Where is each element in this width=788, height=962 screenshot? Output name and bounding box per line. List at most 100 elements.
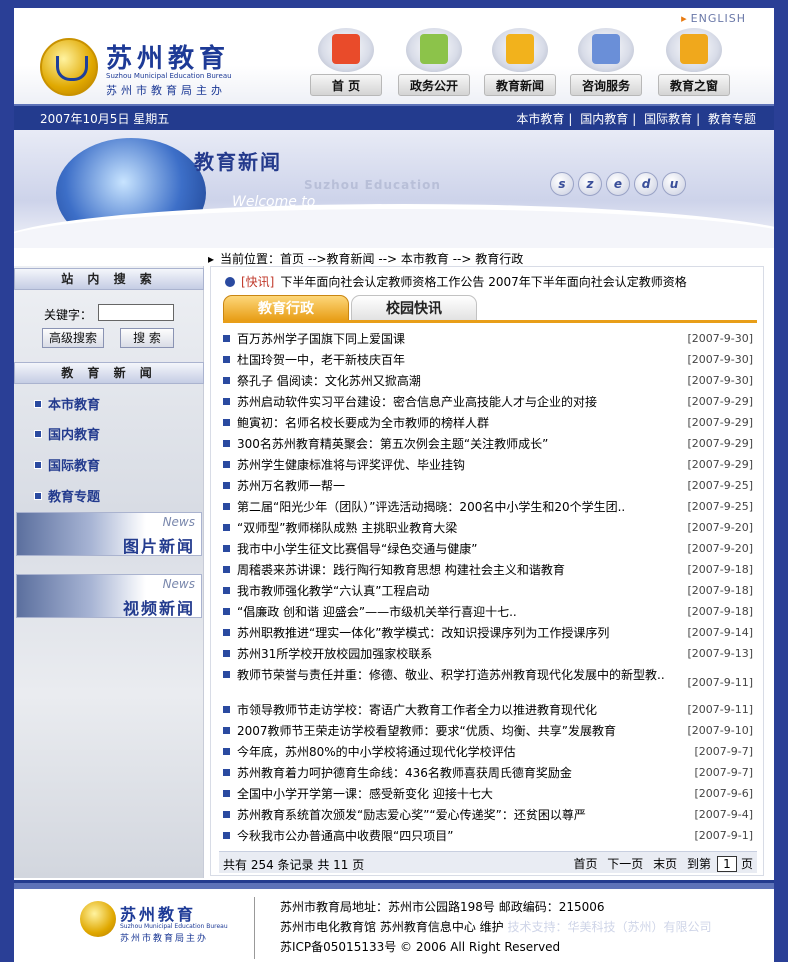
nav-button[interactable]: 教育之窗 <box>658 28 730 96</box>
link-domestic-education[interactable]: 国内教育 <box>580 112 628 126</box>
list-item[interactable]: 我市中小学生征文比赛倡导“绿色交通与健康” [2007-9-20] <box>219 539 757 560</box>
news-date: [2007-9-30] <box>687 374 753 387</box>
list-item[interactable]: 我市教师强化教学“六认真”工程启动 [2007-9-18] <box>219 581 757 602</box>
keyword-input[interactable] <box>98 304 174 321</box>
list-item[interactable]: 百万苏州学子国旗下同上爱国课 [2007-9-30] <box>219 329 757 350</box>
speaker-icon <box>225 277 235 287</box>
news-title-link[interactable]: 我市教师强化教学“六认真”工程启动 <box>237 584 665 599</box>
sidebar-item-local-education[interactable]: 本市教育 <box>34 394 194 414</box>
news-title-link[interactable]: 市领导教师节走访学校：寄语广大教育工作者全力以推进教育现代化 <box>237 703 665 718</box>
list-item[interactable]: 杜国玲贺一中，老干新枝庆百年 [2007-9-30] <box>219 350 757 371</box>
news-title-link[interactable]: 我市中小学生征文比赛倡导“绿色交通与健康” <box>237 542 665 557</box>
list-item[interactable]: 苏州教育着力呵护德育生命线：436名教师喜获周氏德育奖励金 [2007-9-7] <box>219 763 757 784</box>
news-title-link[interactable]: 第二届“阳光少年（团队）”评选活动揭晓：200名中小学生和20个学生团.. <box>237 500 665 515</box>
list-item[interactable]: 300名苏州教育精英聚会：第五次例会主题“关注教师成长” [2007-9-29] <box>219 434 757 455</box>
nav-button[interactable]: 教育新闻 <box>484 28 556 96</box>
list-item[interactable]: 鲍寅初：名师名校长要成为全市教师的榜样人群 [2007-9-29] <box>219 413 757 434</box>
link-education-topics[interactable]: 教育专题 <box>708 112 756 126</box>
news-title-link[interactable]: 苏州教育着力呵护德育生命线：436名教师喜获周氏德育奖励金 <box>237 766 665 781</box>
news-title-link[interactable]: 祭孔子 倡阅读：文化苏州又掀高潮 <box>237 374 665 389</box>
list-item[interactable]: 2007教师节王荣走访学校看望教师：要求“优质、均衡、共享”发展教育 [2007-… <box>219 721 757 742</box>
letter-ball: u <box>662 172 686 196</box>
list-item[interactable]: “倡廉政 创和谐 迎盛会”——市级机关举行喜迎十七.. [2007-9-18] <box>219 602 757 623</box>
list-item[interactable]: 市领导教师节走访学校：寄语广大教育工作者全力以推进教育现代化 [2007-9-11… <box>219 700 757 721</box>
news-title-link[interactable]: 苏州31所学校开放校园加强家校联系 <box>237 647 665 662</box>
news-date: [2007-9-10] <box>687 724 753 737</box>
news-date: [2007-9-11] <box>687 703 753 716</box>
video-news-banner[interactable]: News 视频新闻 <box>16 574 202 618</box>
bullet-icon <box>223 769 230 776</box>
advanced-search-button[interactable]: 高级搜索 <box>42 328 104 348</box>
list-item[interactable]: 苏州31所学校开放校园加强家校联系 [2007-9-13] <box>219 644 757 665</box>
list-item[interactable]: 苏州学生健康标准将与评奖评优、毕业挂钩 [2007-9-29] <box>219 455 757 476</box>
list-item[interactable]: 教师节荣誉与责任并重：修德、敬业、积学打造苏州教育现代化发展中的新型教.. [20… <box>219 665 757 700</box>
bullet-icon <box>223 503 230 510</box>
next-page-link[interactable]: 下一页 <box>607 857 643 871</box>
list-item[interactable]: 第二届“阳光少年（团队）”评选活动揭晓：200名中小学生和20个学生团.. [20… <box>219 497 757 518</box>
document-icon <box>420 34 448 64</box>
consult-icon <box>592 34 620 64</box>
sidebar-item-education-topics[interactable]: 教育专题 <box>34 486 194 506</box>
list-item[interactable]: “双师型”教师梯队成熟 主挑职业教育大梁 [2007-9-20] <box>219 518 757 539</box>
news-date: [2007-9-14] <box>687 626 753 639</box>
banner-title: 教育新闻 <box>194 150 282 174</box>
list-item[interactable]: 全国中小学开学第一课：感受新变化 迎接十七大 [2007-9-6] <box>219 784 757 805</box>
news-title-link[interactable]: “双师型”教师梯队成熟 主挑职业教育大梁 <box>237 521 665 536</box>
record-count: 共有 254 条记录 共 11 页 <box>223 858 365 872</box>
site-logo[interactable]: 苏州教育 Suzhou Municipal Education Bureau 苏… <box>40 38 270 100</box>
bullet-icon <box>223 398 230 405</box>
list-item[interactable]: 苏州教育系统首次颁发“励志爱心奖”“爱心传递奖”：还贫困以尊严 [2007-9-4… <box>219 805 757 826</box>
news-title-link[interactable]: 2007教师节王荣走访学校看望教师：要求“优质、均衡、共享”发展教育 <box>237 724 665 739</box>
news-title-link[interactable]: 苏州万名教师一帮一 <box>237 479 665 494</box>
bullet-icon <box>34 461 42 469</box>
news-title-link[interactable]: 杜国玲贺一中，老干新枝庆百年 <box>237 353 665 368</box>
news-title-link[interactable]: 苏州职教推进“理实一体化”教学模式：改知识授课序列为工作授课序列 <box>237 626 665 641</box>
bullet-icon <box>223 419 230 426</box>
list-item[interactable]: 苏州职教推进“理实一体化”教学模式：改知识授课序列为工作授课序列 [2007-9-… <box>219 623 757 644</box>
sidebar-item-domestic-education[interactable]: 国内教育 <box>34 424 194 444</box>
list-item[interactable]: 苏州万名教师一帮一 [2007-9-25] <box>219 476 757 497</box>
news-ticker[interactable]: [快讯] 下半年面向社会认定教师资格工作公告 2007年下半年面向社会认定教师资格 <box>225 273 687 290</box>
link-international-education[interactable]: 国际教育 <box>644 112 692 126</box>
tab-underline <box>223 320 757 323</box>
news-section-title: 教 育 新 闻 <box>14 362 204 384</box>
list-item[interactable]: 今年底，苏州80%的中小学校将通过现代化学校评估 [2007-9-7] <box>219 742 757 763</box>
list-item[interactable]: 今秋我市公办普通高中收费限“四只项目” [2007-9-1] <box>219 826 757 847</box>
english-link[interactable]: ENGLISH <box>681 12 746 25</box>
nav-button[interactable]: 首 页 <box>310 28 382 96</box>
news-title-link[interactable]: 苏州教育系统首次颁发“励志爱心奖”“爱心传递奖”：还贫困以尊严 <box>237 808 665 823</box>
tab-education-admin[interactable]: 教育行政 <box>223 295 349 321</box>
news-date: [2007-9-1] <box>694 829 753 842</box>
search-button[interactable]: 搜 索 <box>120 328 174 348</box>
news-title-link[interactable]: 苏州启动软件实习平台建设：密合信息产业高技能人才与企业的对接 <box>237 395 665 410</box>
page-number-input[interactable]: 1 <box>716 856 737 872</box>
photo-news-banner[interactable]: News 图片新闻 <box>16 512 202 556</box>
news-title-link[interactable]: 今年底，苏州80%的中小学校将通过现代化学校评估 <box>237 745 665 760</box>
tab-campus-news[interactable]: 校园快讯 <box>351 295 477 321</box>
bullet-icon <box>223 356 230 363</box>
news-title-link[interactable]: 百万苏州学子国旗下同上爱国课 <box>237 332 665 347</box>
list-item[interactable]: 苏州启动软件实习平台建设：密合信息产业高技能人才与企业的对接 [2007-9-29… <box>219 392 757 413</box>
news-title-link[interactable]: 周稽裘来苏讲课：践行陶行知教育思想 构建社会主义和谐教育 <box>237 563 665 578</box>
news-title-link[interactable]: 鲍寅初：名师名校长要成为全市教师的榜样人群 <box>237 416 665 431</box>
nav-label: 教育新闻 <box>484 74 556 96</box>
news-title-link[interactable]: 今秋我市公办普通高中收费限“四只项目” <box>237 829 665 844</box>
news-title-link[interactable]: “倡廉政 创和谐 迎盛会”——市级机关举行喜迎十七.. <box>237 605 665 620</box>
last-page-link[interactable]: 末页 <box>653 857 677 871</box>
news-date: [2007-9-29] <box>687 437 753 450</box>
news-title-link[interactable]: 教师节荣誉与责任并重：修德、敬业、积学打造苏州教育现代化发展中的新型教.. <box>237 668 665 683</box>
nav-button[interactable]: 咨询服务 <box>570 28 642 96</box>
news-title-link[interactable]: 全国中小学开学第一课：感受新变化 迎接十七大 <box>237 787 665 802</box>
first-page-link[interactable]: 首页 <box>573 857 597 871</box>
news-date: [2007-9-13] <box>687 647 753 660</box>
news-date: [2007-9-18] <box>687 605 753 618</box>
list-item[interactable]: 祭孔子 倡阅读：文化苏州又掀高潮 [2007-9-30] <box>219 371 757 392</box>
news-title-link[interactable]: 300名苏州教育精英聚会：第五次例会主题“关注教师成长” <box>237 437 665 452</box>
bullet-icon <box>223 545 230 552</box>
nav-button[interactable]: 政务公开 <box>398 28 470 96</box>
sidebar-item-international-education[interactable]: 国际教育 <box>34 455 194 475</box>
bullet-icon <box>223 587 230 594</box>
list-item[interactable]: 周稽裘来苏讲课：践行陶行知教育思想 构建社会主义和谐教育 [2007-9-18] <box>219 560 757 581</box>
news-title-link[interactable]: 苏州学生健康标准将与评奖评优、毕业挂钩 <box>237 458 665 473</box>
link-local-education[interactable]: 本市教育 <box>516 112 564 126</box>
